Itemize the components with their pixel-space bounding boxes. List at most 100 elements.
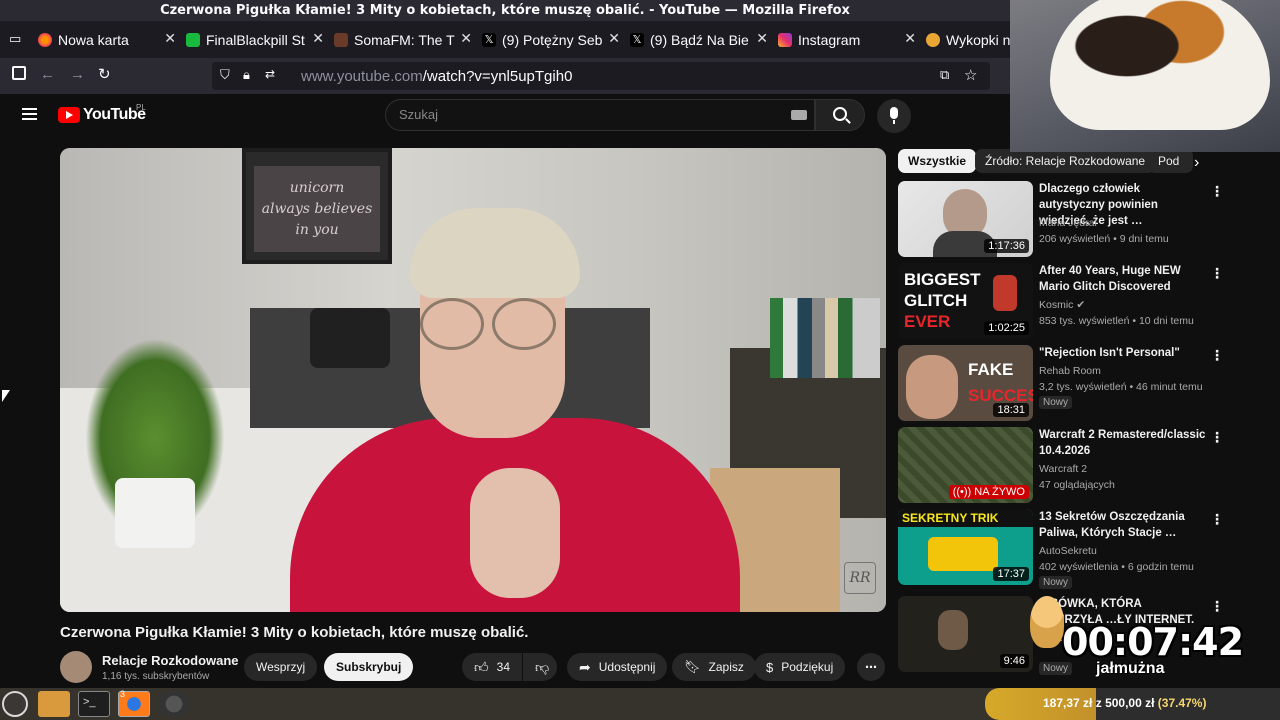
new-badge: Nowy: [1039, 396, 1073, 409]
rec-title[interactable]: 13 Sekretów Oszczędzania Paliwa, Których…: [1039, 509, 1207, 541]
glasses-left: [420, 298, 484, 350]
video-thumbnail[interactable]: SEKRETNY TRIK 17:37: [898, 509, 1033, 585]
sidebar-toggle-icon[interactable]: [12, 66, 26, 80]
glasses-right: [492, 298, 556, 350]
video-thumbnail[interactable]: 9:46: [898, 596, 1033, 672]
obs-icon[interactable]: [158, 691, 190, 717]
rec-channel[interactable]: Kosmic ✔: [1039, 299, 1085, 311]
close-icon[interactable]: ✕: [608, 30, 620, 47]
thanks-button[interactable]: $ Podziękuj: [754, 653, 846, 681]
chevron-right-icon[interactable]: ›: [1194, 154, 1199, 172]
voice-search-button[interactable]: [877, 99, 911, 133]
close-icon[interactable]: ✕: [756, 30, 768, 47]
start-menu-icon[interactable]: [2, 691, 28, 717]
window-count-badge: 3: [120, 689, 126, 699]
like-button[interactable]: 👍︎ 34: [462, 653, 522, 681]
youtube-logo-icon[interactable]: [58, 107, 80, 123]
like-count: 34: [496, 660, 510, 674]
tab-finalblackpill[interactable]: FinalBlackpill St ✕: [186, 24, 328, 55]
site-icon: [926, 32, 940, 47]
support-button[interactable]: Wesprzyj: [244, 653, 318, 681]
tab-wykopki[interactable]: Wykopki n: [926, 24, 1010, 55]
permissions-icon[interactable]: ⇄: [265, 67, 275, 81]
forward-icon[interactable]: →: [70, 66, 85, 83]
kebab-menu-icon[interactable]: ⋮: [1210, 183, 1224, 200]
kebab-menu-icon[interactable]: ⋮: [1210, 511, 1224, 528]
video-title: Czerwona Pigułka Kłamie! 3 Mity o kobiet…: [60, 624, 529, 641]
list-item[interactable]: SEKRETNY TRIK 17:37 13 Sekretów Oszczędz…: [898, 509, 1228, 589]
kebab-menu-icon[interactable]: ⋮: [1210, 265, 1224, 282]
list-item[interactable]: 1:17:36 Dlaczego człowiek autystyczny po…: [898, 181, 1228, 259]
duration-badge: 17:37: [993, 567, 1029, 581]
list-item[interactable]: BIGGEST GLITCH EVER 1:02:25 After 40 Yea…: [898, 263, 1228, 341]
kebab-menu-icon[interactable]: ⋮: [1210, 598, 1224, 615]
video-thumbnail[interactable]: BIGGEST GLITCH EVER 1:02:25: [898, 263, 1033, 339]
rec-title[interactable]: After 40 Years, Huge NEW Mario Glitch Di…: [1039, 263, 1207, 295]
video-thumbnail[interactable]: ((•)) NA ŻYWO: [898, 427, 1033, 503]
kebab-menu-icon[interactable]: ⋮: [1210, 429, 1224, 446]
close-icon[interactable]: ✕: [460, 30, 472, 47]
firefox-taskbar-icon[interactable]: 3: [118, 689, 150, 717]
channel-watermark: RR: [844, 562, 876, 594]
anime-sticker-icon: [1030, 596, 1064, 648]
file-manager-icon[interactable]: [38, 691, 70, 717]
channel-avatar[interactable]: [60, 651, 92, 683]
save-label: Zapisz: [708, 660, 744, 674]
tab-x-1[interactable]: 𝕏 (9) Potężny Seb ✕: [482, 24, 624, 55]
keyboard-icon[interactable]: [791, 110, 807, 120]
lock-icon[interactable]: 🔒︎: [243, 67, 250, 83]
rec-channel[interactable]: Warcraft 2: [1039, 463, 1087, 475]
rec-meta: 3,2 tys. wyświetleń • 46 minut temu: [1039, 381, 1203, 393]
taskbar: >_ 3 187,37 zł z 500,00 zł (37.47%): [0, 688, 1280, 720]
duration-badge: 1:02:25: [984, 321, 1029, 335]
back-icon[interactable]: ←: [40, 66, 55, 83]
close-icon[interactable]: ✕: [164, 30, 176, 47]
terminal-icon[interactable]: >_: [78, 691, 110, 717]
search-input[interactable]: Szukaj: [385, 99, 815, 131]
rec-channel[interactable]: Maria Jędral: [1039, 217, 1097, 229]
rec-title[interactable]: "Rejection Isn't Personal": [1039, 345, 1207, 361]
dislike-button[interactable]: 👎︎: [523, 653, 557, 681]
url-bar[interactable]: ⛉ 🔒︎ ⇄ www.youtube.com/watch?v=ynl5upTgi…: [212, 62, 990, 90]
rec-channel[interactable]: AutoSekretu: [1039, 545, 1097, 557]
rec-title[interactable]: Warcraft 2 Remastered/classic 10.4.2026: [1039, 427, 1207, 459]
search-button[interactable]: [815, 99, 865, 131]
live-icon: ((•)): [952, 486, 972, 498]
more-icon: ⋯: [865, 660, 877, 674]
more-actions-button[interactable]: ⋯: [857, 653, 885, 681]
reload-icon[interactable]: ↻: [98, 65, 111, 83]
shield-icon[interactable]: ⛉: [220, 67, 230, 83]
close-icon[interactable]: ✕: [312, 30, 324, 47]
duration-badge: 1:17:36: [984, 239, 1029, 253]
microphone-icon: [890, 107, 898, 119]
kebab-menu-icon[interactable]: ⋮: [1210, 347, 1224, 364]
save-button[interactable]: 🔖︎ Zapisz: [672, 653, 756, 681]
tab-x-2[interactable]: 𝕏 (9) Bądź Na Bie ✕: [630, 24, 772, 55]
video-player[interactable]: unicorn always believes in you RR: [60, 148, 886, 612]
rec-channel[interactable]: Rehab Room: [1039, 365, 1101, 377]
chip-all[interactable]: Wszystkie: [898, 149, 977, 173]
subscribe-button[interactable]: Subskrybuj: [324, 653, 414, 681]
list-item[interactable]: FAKE SUCCESS 18:31 "Rejection Isn't Pers…: [898, 345, 1228, 423]
tab-list-icon[interactable]: ▭: [9, 31, 21, 47]
channel-name[interactable]: Relacje Rozkodowane: [102, 653, 239, 668]
stream-timer: 00:07:42: [1062, 620, 1244, 664]
tab-new[interactable]: Nowa karta ✕: [38, 24, 180, 55]
chip-source[interactable]: Źródło: Relacje Rozkodowane: [975, 149, 1156, 173]
video-thumbnail[interactable]: FAKE SUCCESS 18:31: [898, 345, 1033, 421]
share-button[interactable]: ➦ Udostępnij: [567, 653, 668, 681]
video-thumbnail[interactable]: 1:17:36: [898, 181, 1033, 257]
webcam-overlay: [1010, 0, 1280, 152]
bookmark-star-icon[interactable]: ☆: [964, 66, 977, 84]
tab-instagram[interactable]: Instagram ✕: [778, 24, 920, 55]
chip-more[interactable]: Pod: [1148, 149, 1193, 173]
live-label: NA ŻYWO: [974, 486, 1025, 498]
tab-somafm[interactable]: SomaFM: The T ✕: [334, 24, 476, 55]
menu-icon[interactable]: [22, 108, 37, 110]
translate-icon[interactable]: ⧉: [940, 67, 949, 83]
somafm-icon: [334, 32, 348, 47]
window-title: Czerwona Pigułka Kłamie! 3 Mity o kobiet…: [0, 0, 1010, 21]
tab-label: Instagram: [798, 31, 861, 48]
close-icon[interactable]: ✕: [904, 30, 916, 47]
list-item[interactable]: ((•)) NA ŻYWO Warcraft 2 Remastered/clas…: [898, 427, 1228, 505]
